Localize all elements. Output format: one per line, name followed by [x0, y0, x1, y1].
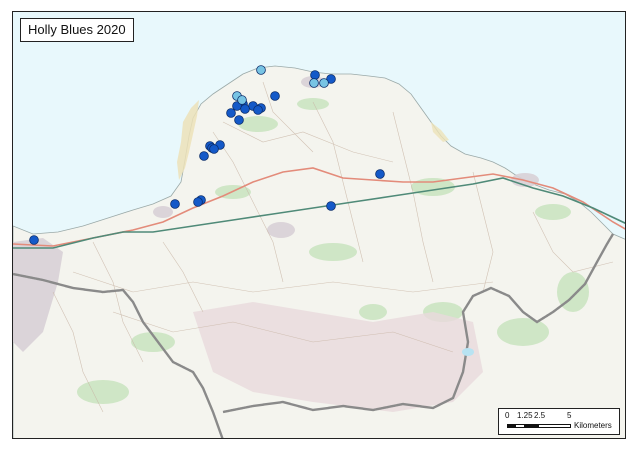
sighting-marker[interactable] [193, 197, 203, 207]
sighting-marker[interactable] [309, 78, 319, 88]
scale-tick-2: 2.5 [534, 411, 546, 420]
sighting-marker[interactable] [256, 65, 266, 75]
scale-bar [507, 424, 571, 428]
sighting-marker[interactable] [319, 78, 329, 88]
sighting-marker[interactable] [237, 95, 247, 105]
map-title: Holly Blues 2020 [20, 18, 134, 42]
sighting-marker[interactable] [226, 108, 236, 118]
scale-tick-1: 1.25 [517, 411, 533, 420]
sighting-marker[interactable] [29, 235, 39, 245]
lake [462, 348, 474, 356]
scale-segment [524, 425, 539, 427]
sighting-marker[interactable] [270, 91, 280, 101]
map-canvas[interactable] [13, 12, 626, 439]
sighting-marker[interactable] [234, 115, 244, 125]
sighting-marker[interactable] [326, 201, 336, 211]
sighting-marker[interactable] [253, 105, 263, 115]
scale-segment [508, 425, 516, 427]
sighting-marker[interactable] [199, 151, 209, 161]
sighting-marker[interactable] [375, 169, 385, 179]
scale-bar-box: 0 1.25 2.5 5 Kilometers [498, 408, 620, 435]
sighting-marker[interactable] [170, 199, 180, 209]
sighting-marker[interactable] [240, 104, 250, 114]
sighting-marker[interactable] [209, 144, 219, 154]
scale-unit: Kilometers [574, 421, 612, 430]
sighting-marker[interactable] [310, 70, 320, 80]
map-frame [12, 11, 626, 439]
scale-tick-0: 0 [505, 411, 510, 420]
scale-segment [539, 425, 570, 427]
scale-segment [516, 425, 524, 427]
scale-tick-3: 5 [567, 411, 572, 420]
